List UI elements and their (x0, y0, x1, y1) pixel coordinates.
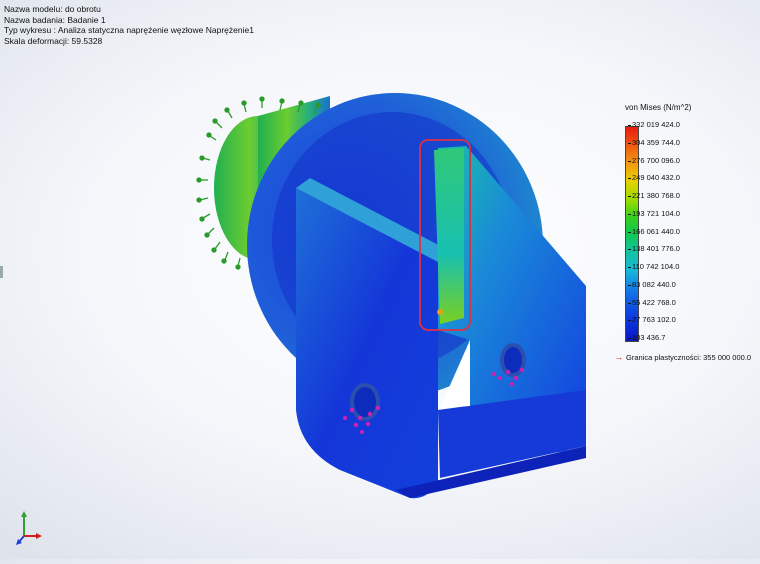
legend-title: von Mises (N/m^2) (625, 103, 692, 112)
legend-tick: 249 040 432.0 (628, 173, 680, 182)
legend-tick: 332 019 424.0 (628, 120, 680, 129)
legend-tick: 138 401 776.0 (628, 244, 680, 253)
deformation-scale: Skala deformacji: 59.5328 (4, 35, 103, 46)
study-info: Nazwa modelu: do obrotu Nazwa badania: B… (4, 4, 254, 46)
stress-legend[interactable]: von Mises (N/m^2) 332 019 424.0 304 359 … (608, 98, 758, 368)
legend-tick: 193 721 104.0 (628, 209, 680, 218)
model-name: Nazwa modelu: do obrotu (4, 4, 101, 14)
legend-tick: 304 359 744.0 (628, 138, 680, 147)
legend-tick: 103 436.7 (627, 333, 666, 342)
yield-strength-label: Granica plastyczności: 355 000 000.0 (626, 352, 752, 362)
legend-tick: 27 763 102.0 (628, 315, 676, 324)
legend-tick: 276 700 096.0 (628, 156, 680, 165)
yield-strength-indicator: → Granica plastyczności: 355 000 000.0 (614, 352, 751, 362)
axis-triad[interactable] (14, 510, 44, 546)
arrow-right-icon: → (614, 352, 623, 362)
xyz-axes-icon (16, 511, 42, 545)
viewport-edge-handle[interactable] (0, 266, 3, 278)
plot-type: Typ wykresu : Analiza statyczna naprężen… (4, 25, 254, 35)
legend-tick: 110 742 104.0 (627, 262, 680, 271)
legend-tick: 55 422 768.0 (628, 298, 676, 307)
study-name: Nazwa badania: Badanie 1 (4, 14, 106, 25)
legend-tick: 166 061 440.0 (628, 227, 680, 236)
legend-tick: 221 380 768.0 (628, 191, 680, 200)
legend-tick: 83 082 440.0 (628, 280, 676, 289)
